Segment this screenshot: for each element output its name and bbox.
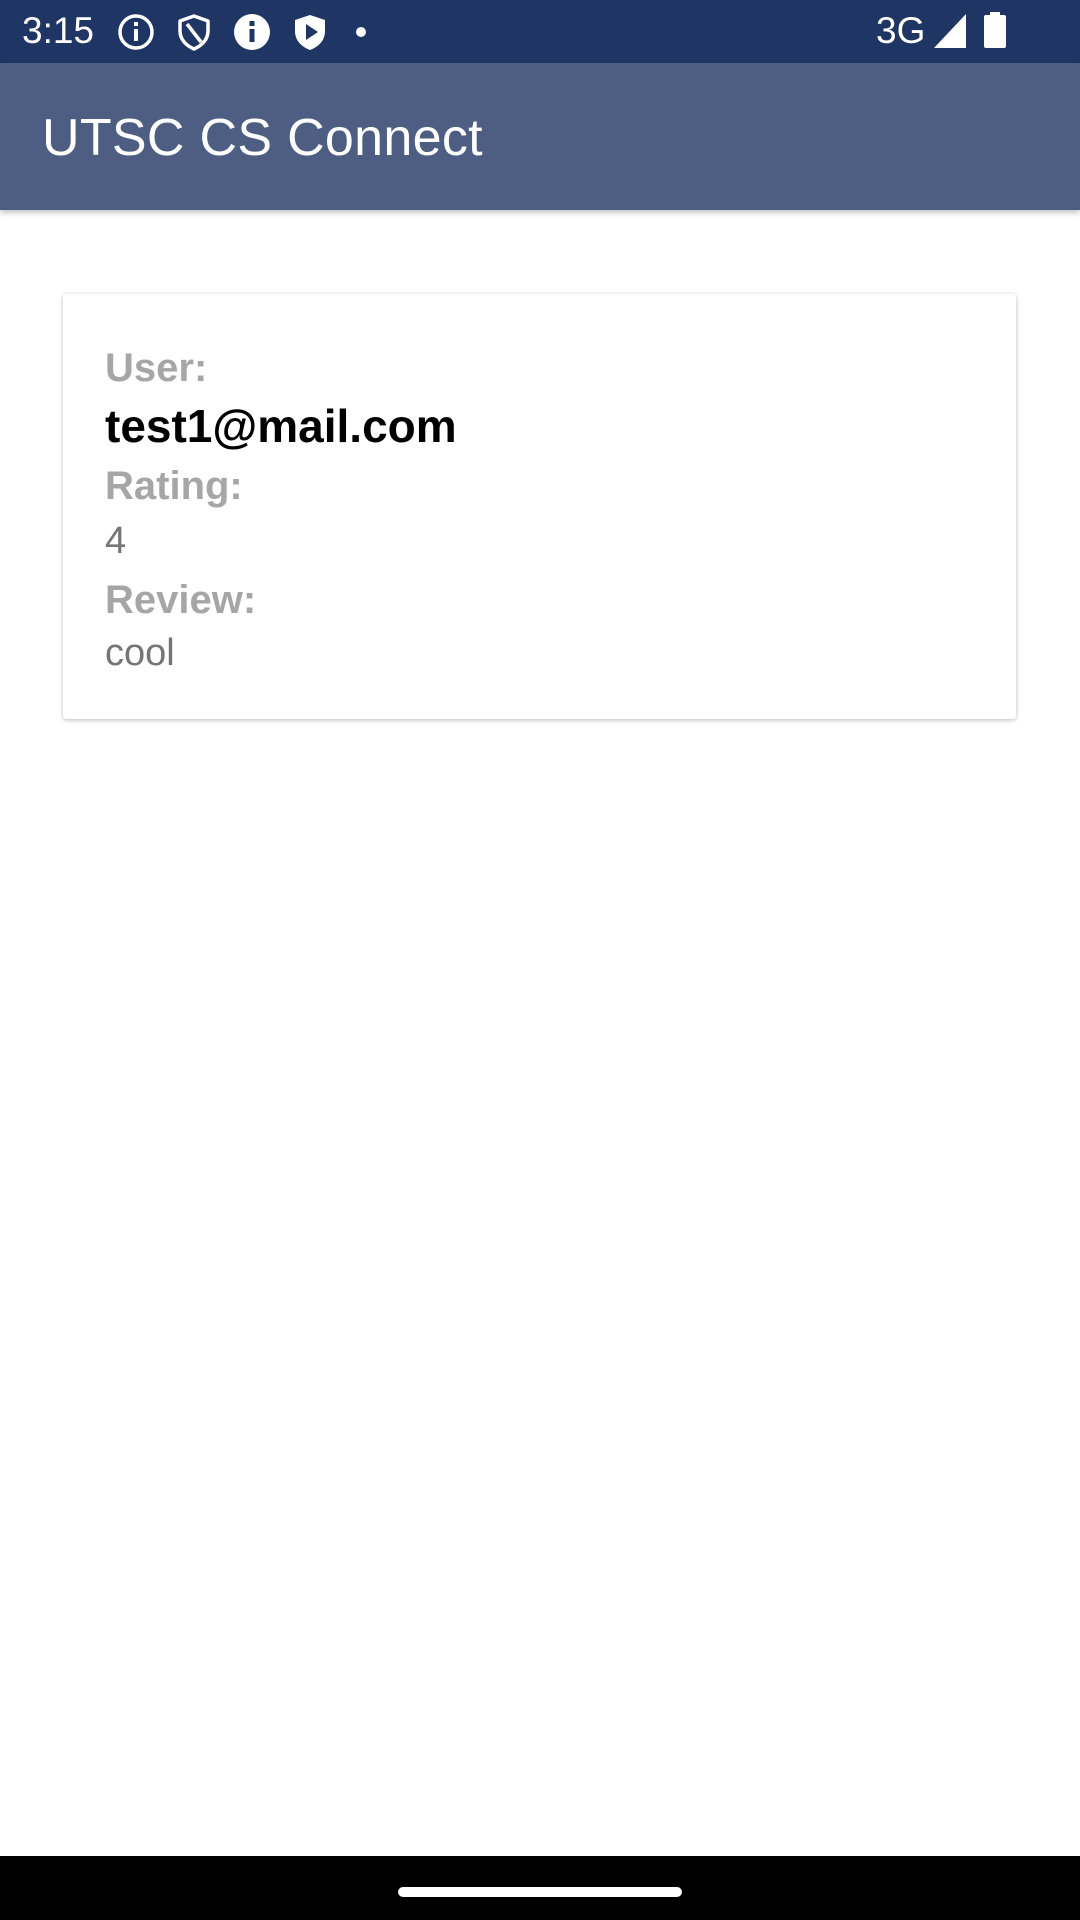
status-notification-icons <box>116 12 366 52</box>
info-outline-icon <box>118 14 154 50</box>
home-indicator[interactable] <box>398 1887 682 1897</box>
review-label: Review: <box>105 578 257 622</box>
rating-label: Rating: <box>105 464 243 508</box>
network-type: 3G <box>876 10 926 51</box>
rating-value: 4 <box>105 520 127 562</box>
app-title: UTSC CS Connect <box>42 109 483 167</box>
info-filled-icon <box>234 14 270 50</box>
status-time: 3:15 <box>22 10 95 51</box>
app-bar: UTSC CS Connect <box>0 63 1080 210</box>
review-card: User: test1@mail.com Rating: 4 Review: c… <box>63 294 1016 719</box>
play-shield-icon <box>295 15 325 50</box>
shield-outline-icon <box>178 14 210 51</box>
notification-dot-icon <box>356 27 366 37</box>
screen: 3:15 3G UTSC CS Connect User: test1@mail… <box>0 0 1080 1920</box>
signal-icon <box>934 14 966 48</box>
battery-icon <box>984 12 1006 48</box>
status-bar: 3:15 3G <box>0 0 1080 63</box>
user-email: test1@mail.com <box>105 400 457 452</box>
user-label: User: <box>105 346 208 390</box>
review-text: cool <box>105 632 175 674</box>
navigation-bar <box>0 1856 1080 1920</box>
